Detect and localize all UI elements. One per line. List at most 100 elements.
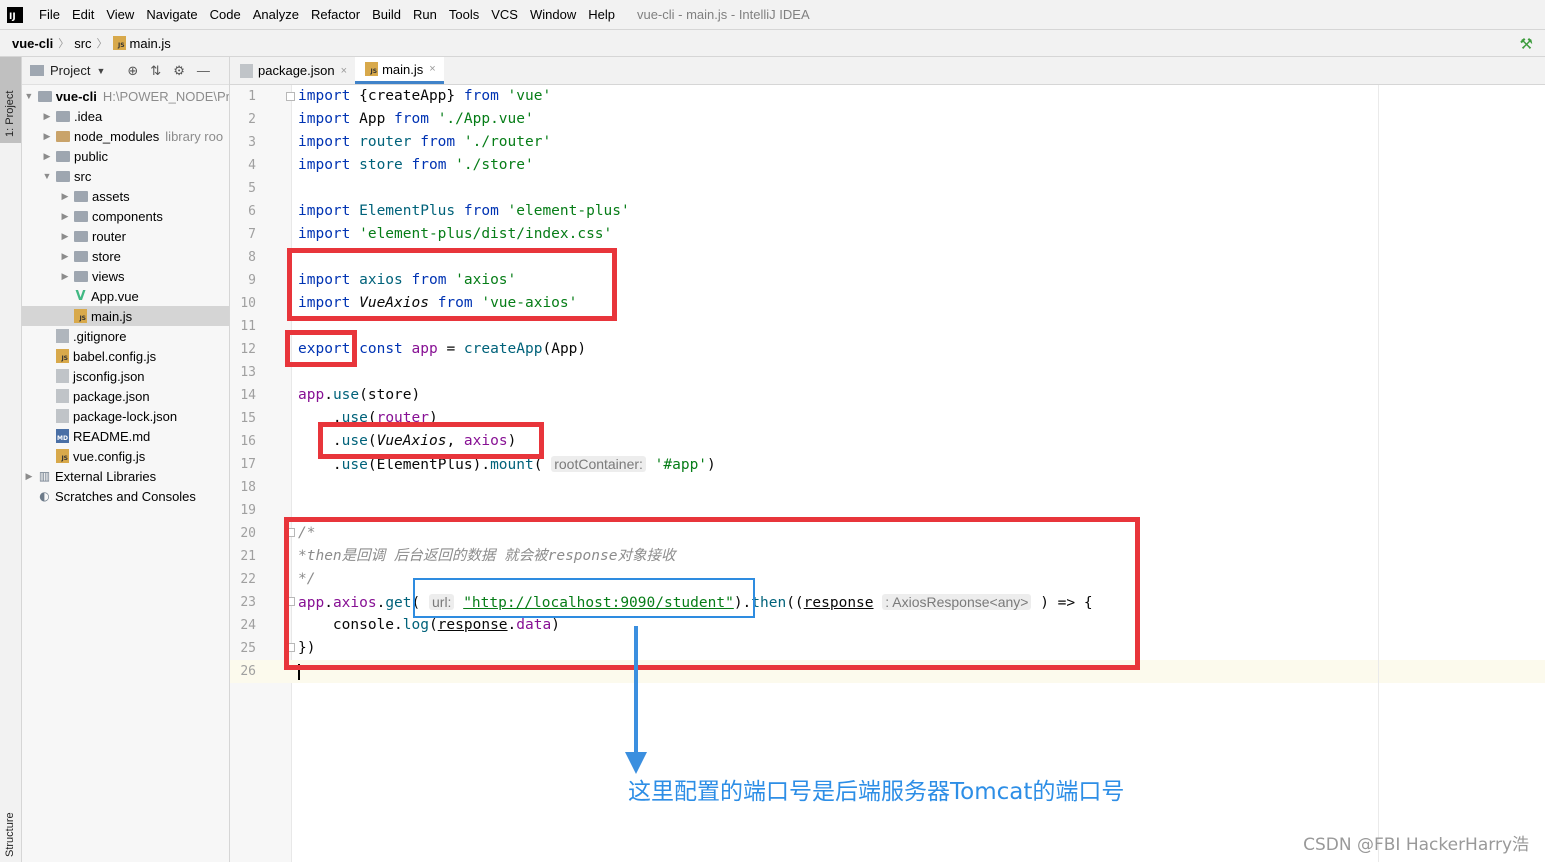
breadcrumb-project[interactable]: vue-cli [12,36,53,51]
code-line[interactable]: import router from './router' [298,131,551,154]
menu-item-window[interactable]: Window [524,7,582,22]
collapsed-arrow-icon[interactable]: ▶ [60,251,70,262]
code-token: './router' [463,134,552,150]
folder-icon [30,65,44,76]
line-number: 13 [240,365,256,380]
collapsed-arrow-icon[interactable]: ▶ [60,271,70,282]
project-panel-title[interactable]: Project [50,63,90,78]
code-token: 'vue' [507,88,552,104]
tree-item[interactable]: ▶ public [22,146,229,166]
menu-item-edit[interactable]: Edit [66,7,100,22]
json-file-icon [56,409,69,423]
code-line[interactable]: import store from './store' [298,154,534,177]
menu-item-build[interactable]: Build [366,7,407,22]
code-token: use [332,387,360,403]
tree-item[interactable]: package.json [22,386,229,406]
expanded-arrow-icon[interactable]: ▼ [24,91,34,101]
breadcrumb-folder[interactable]: src [74,36,91,51]
tree-item[interactable]: ▶ router [22,226,229,246]
menu-item-view[interactable]: View [100,7,140,22]
close-icon[interactable]: × [429,63,435,75]
tree-item[interactable]: .gitignore [22,326,229,346]
line-number: 2 [248,112,256,127]
tree-item[interactable]: ◐ Scratches and Consoles [22,486,229,506]
tree-item[interactable]: jsconfig.json [22,366,229,386]
line-number: 7 [248,227,256,242]
json-file-icon [240,63,253,78]
code-token: from [463,88,508,104]
tree-item-label: External Libraries [55,468,157,484]
collapsed-arrow-icon[interactable]: ▶ [42,131,52,142]
line-number: 14 [240,388,256,403]
tree-item[interactable]: MD README.md [22,426,229,446]
tree-item[interactable]: V App.vue [22,286,229,306]
code-line[interactable]: import App from './App.vue' [298,108,534,131]
code-line[interactable]: import ElementPlus from 'element-plus' [298,200,630,223]
menu-item-tools[interactable]: Tools [443,7,485,22]
tree-item[interactable]: ▶ ▥ External Libraries [22,466,229,486]
minimize-icon[interactable]: — [197,63,210,78]
menu-item-refactor[interactable]: Refactor [305,7,366,22]
menu-item-file[interactable]: File [33,7,66,22]
collapsed-arrow-icon[interactable]: ▶ [42,151,52,162]
menu-item-analyze[interactable]: Analyze [247,7,305,22]
tree-item[interactable]: package-lock.json [22,406,229,426]
project-tool-tab[interactable]: 1: Project [0,57,21,143]
code-token: from [420,134,464,150]
tree-item-label: public [74,148,108,164]
code-line[interactable]: import 'element-plus/dist/index.css' [298,223,612,246]
gear-icon[interactable]: ⚙ [173,63,185,79]
line-number: 8 [248,250,256,265]
editor-tab[interactable]: package.json × [230,57,355,84]
library-folder-icon [56,130,70,142]
breadcrumb: vue-cli 〉 src 〉 JS main.js ⚒ [0,29,1545,57]
code-token: '#app' [654,457,708,473]
chevron-right-icon: 〉 [96,38,108,50]
tree-item[interactable]: ▶ views [22,266,229,286]
collapsed-arrow-icon[interactable]: ▶ [24,471,34,482]
fold-marker-icon[interactable] [286,92,295,101]
locate-icon[interactable]: ⊕ [127,63,138,79]
breadcrumb-file-label: main.js [129,35,171,51]
menu-items: File Edit View Navigate Code Analyze Refactor B… [33,7,621,22]
menu-item-help[interactable]: Help [582,7,621,22]
code-line[interactable]: import {createApp} from 'vue' [298,85,551,108]
code-token: import [298,134,360,150]
menu-item-vcs[interactable]: VCS [485,7,524,22]
editor-tab[interactable]: JS main.js × [355,57,444,84]
hammer-icon[interactable]: ⚒ [1520,35,1533,53]
collapsed-arrow-icon[interactable]: ▶ [42,111,52,122]
tree-item[interactable]: JS vue.config.js [22,446,229,466]
code-token: (App) [542,341,587,357]
parameter-hint: rootContainer: [551,456,646,472]
tree-item[interactable]: ▶ assets [22,186,229,206]
menu-item-run[interactable]: Run [407,7,443,22]
collapse-all-icon[interactable]: ⇅ [150,63,161,79]
collapsed-arrow-icon[interactable]: ▶ [60,211,70,222]
collapsed-arrow-icon[interactable]: ▶ [60,191,70,202]
right-margin-guide [1378,85,1379,862]
code-line[interactable]: app.use(store) [298,384,420,407]
expanded-arrow-icon[interactable]: ▼ [42,171,52,181]
tree-item[interactable]: ▶ store [22,246,229,266]
chevron-down-icon[interactable]: ▼ [96,66,105,76]
tree-item[interactable]: JS babel.config.js [22,346,229,366]
breadcrumb-file[interactable]: JS main.js [112,35,171,51]
left-tool-stripe: 1: Project Structure [0,57,22,862]
tree-item-label: main.js [91,308,133,324]
collapsed-arrow-icon[interactable]: ▶ [60,231,70,242]
code-token: from [411,157,456,173]
close-icon[interactable]: × [341,65,347,77]
tree-item[interactable]: ▼ src [22,166,229,186]
code-token: import [298,226,360,242]
tree-item[interactable]: JS main.js [22,306,229,326]
tree-item[interactable]: ▶ .idea [22,106,229,126]
code-token: (store) [359,387,421,403]
menu-item-code[interactable]: Code [204,7,247,22]
menu-item-navigate[interactable]: Navigate [140,7,203,22]
tree-item[interactable]: ▼ vue-cli H:\POWER_NODE\Pr [22,86,229,106]
intellij-logo-icon: IJ [7,6,23,23]
tree-item[interactable]: ▶ node_modules library roo [22,126,229,146]
folder-icon [74,230,88,242]
tree-item[interactable]: ▶ components [22,206,229,226]
